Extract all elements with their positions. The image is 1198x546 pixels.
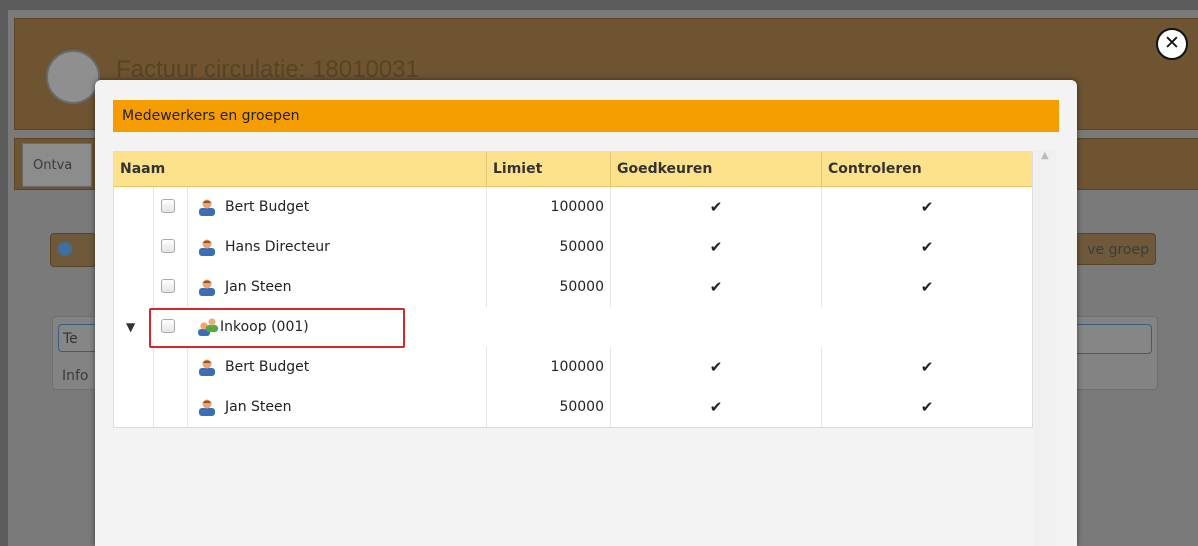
- row-approve-check: ✔: [611, 187, 822, 227]
- row-approve-check: ✔: [611, 347, 822, 387]
- background-info-label: Info: [62, 368, 89, 384]
- row-limit: 50000: [487, 267, 611, 307]
- group-name: Inkoop (001): [220, 319, 309, 335]
- column-header-check[interactable]: Controleren: [822, 152, 1032, 186]
- column-header-name[interactable]: Naam: [114, 152, 487, 186]
- row-check-check: ✔: [920, 358, 934, 376]
- row-checkbox[interactable]: [161, 239, 175, 253]
- grid-header-row: Naam Limiet Goedkeuren Controleren: [114, 152, 1032, 187]
- row-approve-check: ✔: [611, 227, 822, 267]
- group-checkbox[interactable]: [161, 319, 175, 333]
- row-check-check: ✔: [920, 398, 934, 416]
- scrollbar[interactable]: [1034, 150, 1056, 546]
- background-field-right: [1070, 324, 1152, 354]
- row-limit: 50000: [487, 387, 611, 427]
- row-check-check: ✔: [920, 198, 934, 216]
- add-icon: [58, 242, 72, 256]
- table-row[interactable]: Bert Budget 100000 ✔ ✔: [114, 187, 1032, 227]
- scroll-up-arrow-icon[interactable]: ▲: [1041, 150, 1049, 161]
- column-header-approve[interactable]: Goedkeuren: [611, 152, 822, 186]
- group-icon: [198, 318, 218, 336]
- row-check-check: ✔: [920, 238, 934, 256]
- row-checkbox[interactable]: [161, 199, 175, 213]
- row-limit: 50000: [487, 227, 611, 267]
- row-limit: 100000: [487, 187, 611, 227]
- table-row[interactable]: Jan Steen 50000 ✔ ✔: [114, 387, 1032, 427]
- close-icon[interactable]: ✕: [1156, 28, 1188, 60]
- row-limit: 100000: [487, 347, 611, 387]
- row-approve-check: ✔: [611, 387, 822, 427]
- table-row[interactable]: Hans Directeur 50000 ✔ ✔: [114, 227, 1032, 267]
- background-field: Te: [58, 324, 98, 352]
- group-row[interactable]: ▼ Inkoop (001): [114, 307, 1032, 347]
- row-approve-check: ✔: [611, 267, 822, 307]
- table-row[interactable]: Bert Budget 100000 ✔ ✔: [114, 347, 1032, 387]
- background-add-button: [50, 233, 96, 267]
- expand-arrow-icon[interactable]: ▼: [126, 319, 135, 335]
- dialog-title: Medewerkers en groepen: [113, 100, 1059, 132]
- table-row[interactable]: Jan Steen 50000 ✔ ✔: [114, 267, 1032, 307]
- employees-groups-dialog: Medewerkers en groepen Naam Limiet Goedk…: [95, 80, 1077, 546]
- employees-grid: Naam Limiet Goedkeuren Controleren Bert …: [113, 151, 1033, 428]
- background-tab: Ontva: [22, 143, 92, 187]
- row-check-check: ✔: [920, 278, 934, 296]
- row-checkbox[interactable]: [161, 279, 175, 293]
- gear-icon: [46, 50, 100, 104]
- column-header-limit[interactable]: Limiet: [487, 152, 611, 186]
